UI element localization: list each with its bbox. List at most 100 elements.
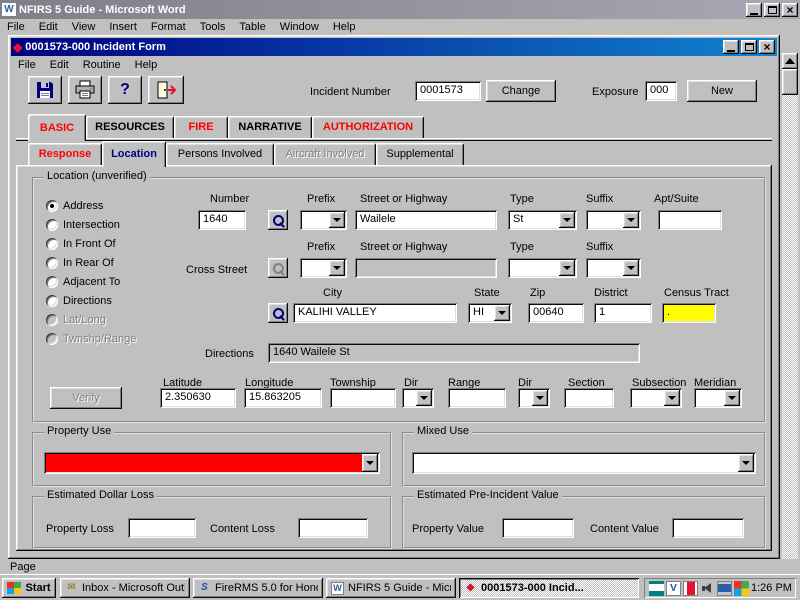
cross-prefix-combo-arrow[interactable] <box>329 260 345 276</box>
word-menu-view[interactable]: View <box>65 19 103 35</box>
radio-directions[interactable]: Directions <box>46 294 112 307</box>
dir2-combo-arrow[interactable] <box>532 390 548 406</box>
incident-number-field[interactable]: 0001573 <box>415 81 481 101</box>
cross-prefix-combo[interactable] <box>300 258 347 278</box>
city-lookup-button[interactable] <box>268 303 288 323</box>
meridian-combo-arrow[interactable] <box>724 390 740 406</box>
tab-authorization[interactable]: AUTHORIZATION <box>312 116 424 138</box>
exit-button[interactable] <box>148 76 184 104</box>
latitude-field[interactable]: 2.350630 <box>160 388 236 408</box>
dir2-combo[interactable] <box>518 388 550 408</box>
tab-location[interactable]: Location <box>102 141 166 167</box>
tray-scheduler-icon[interactable] <box>683 581 698 596</box>
radio-in-rear-of[interactable]: In Rear Of <box>46 256 114 269</box>
property-value-field[interactable] <box>502 518 574 538</box>
word-minimize-button[interactable] <box>746 3 762 17</box>
tab-basic[interactable]: BASIC <box>28 114 86 141</box>
word-menu-table[interactable]: Table <box>232 19 272 35</box>
word-close-button[interactable]: × <box>782 3 798 17</box>
meridian-combo[interactable] <box>694 388 742 408</box>
form-menu-edit[interactable]: Edit <box>43 57 76 73</box>
form-close-button[interactable]: × <box>759 40 775 54</box>
word-menu-file[interactable]: File <box>0 19 32 35</box>
tab-persons-involved[interactable]: Persons Involved <box>166 143 274 165</box>
form-menu-file[interactable]: File <box>11 57 43 73</box>
cross-suffix-combo[interactable] <box>586 258 641 278</box>
census-tract-field[interactable]: . <box>662 303 716 323</box>
radio-in-front-of[interactable]: In Front Of <box>46 237 116 250</box>
mixed-use-combo-arrow[interactable] <box>738 454 754 472</box>
prefix-combo[interactable] <box>300 210 347 230</box>
tab-fire[interactable]: FIRE <box>174 116 228 138</box>
property-use-combo-arrow[interactable] <box>362 454 378 472</box>
scrollbar-up-button[interactable] <box>782 53 798 69</box>
radio-adjacent-to[interactable]: Adjacent To <box>46 275 120 288</box>
word-maximize-button[interactable] <box>764 3 780 17</box>
word-menu-format[interactable]: Format <box>144 19 193 35</box>
taskbar-clock[interactable]: 1:26 PM <box>751 582 792 594</box>
taskbar-task-outlook[interactable]: ✉ Inbox - Microsoft Outlook <box>60 578 190 598</box>
form-minimize-button[interactable] <box>723 40 739 54</box>
district-field[interactable]: 1 <box>594 303 652 323</box>
mixed-use-combo[interactable] <box>412 452 756 474</box>
tray-misc-icon[interactable] <box>734 581 749 596</box>
cross-type-combo-arrow[interactable] <box>559 260 575 276</box>
word-menu-window[interactable]: Window <box>273 19 326 35</box>
exposure-field[interactable]: 000 <box>645 81 677 101</box>
tab-resources[interactable]: RESOURCES <box>86 116 174 138</box>
zip-field[interactable]: 00640 <box>528 303 584 323</box>
cross-type-combo[interactable] <box>508 258 577 278</box>
content-loss-field[interactable] <box>298 518 368 538</box>
longitude-field[interactable]: 15.863205 <box>244 388 322 408</box>
form-menu-help[interactable]: Help <box>128 57 165 73</box>
cross-suffix-combo-arrow[interactable] <box>623 260 639 276</box>
radio-address[interactable]: Address <box>46 199 103 212</box>
tray-antivirus-icon[interactable]: V <box>666 581 681 596</box>
tray-network-icon[interactable] <box>649 581 664 596</box>
change-button[interactable]: Change <box>486 80 556 102</box>
word-menu-edit[interactable]: Edit <box>32 19 65 35</box>
property-loss-field[interactable] <box>128 518 196 538</box>
taskbar-task-firerms[interactable]: S FireRMS 5.0 for Honol... <box>193 578 323 598</box>
radio-intersection[interactable]: Intersection <box>46 218 120 231</box>
tab-supplemental[interactable]: Supplemental <box>376 143 464 165</box>
save-button[interactable] <box>28 76 62 104</box>
taskbar-task-incident[interactable]: ◆ 0001573-000 Incid... <box>459 578 639 598</box>
new-button[interactable]: New <box>687 80 757 102</box>
township-field[interactable] <box>330 388 396 408</box>
street-field[interactable]: Wailele <box>355 210 497 230</box>
suffix-combo[interactable] <box>586 210 641 230</box>
apt-suite-field[interactable] <box>658 210 722 230</box>
property-use-combo[interactable] <box>44 452 380 474</box>
range-field[interactable] <box>448 388 506 408</box>
state-combo[interactable]: HI <box>468 303 512 323</box>
tray-volume-icon[interactable] <box>700 581 715 596</box>
scrollbar-thumb[interactable] <box>782 69 798 95</box>
word-menu-help[interactable]: Help <box>326 19 363 35</box>
print-button[interactable] <box>68 76 102 104</box>
word-menu-insert[interactable]: Insert <box>102 19 144 35</box>
dir1-combo-arrow[interactable] <box>416 390 432 406</box>
form-menu-routine[interactable]: Routine <box>76 57 128 73</box>
city-field[interactable]: KALIHI VALLEY <box>293 303 457 323</box>
type-combo-arrow[interactable] <box>559 212 575 228</box>
subsection-combo[interactable] <box>630 388 682 408</box>
suffix-combo-arrow[interactable] <box>623 212 639 228</box>
content-value-field[interactable] <box>672 518 744 538</box>
subsection-combo-arrow[interactable] <box>664 390 680 406</box>
taskbar-task-word[interactable]: W NFIRS 5 Guide - Micro... <box>326 578 456 598</box>
state-combo-arrow[interactable] <box>494 305 510 321</box>
start-button[interactable]: Start <box>2 578 56 598</box>
dir1-combo[interactable] <box>402 388 434 408</box>
help-button[interactable]: ? <box>108 76 142 104</box>
address-lookup-button[interactable] <box>268 210 288 230</box>
number-field[interactable]: 1640 <box>198 210 246 230</box>
tab-narrative[interactable]: NARRATIVE <box>228 116 312 138</box>
word-menu-tools[interactable]: Tools <box>193 19 233 35</box>
tab-response[interactable]: Response <box>28 143 102 165</box>
prefix-combo-arrow[interactable] <box>329 212 345 228</box>
form-maximize-button[interactable] <box>741 40 757 54</box>
tray-display-icon[interactable] <box>717 581 732 596</box>
word-scrollbar[interactable] <box>782 53 798 559</box>
section-field[interactable] <box>564 388 614 408</box>
